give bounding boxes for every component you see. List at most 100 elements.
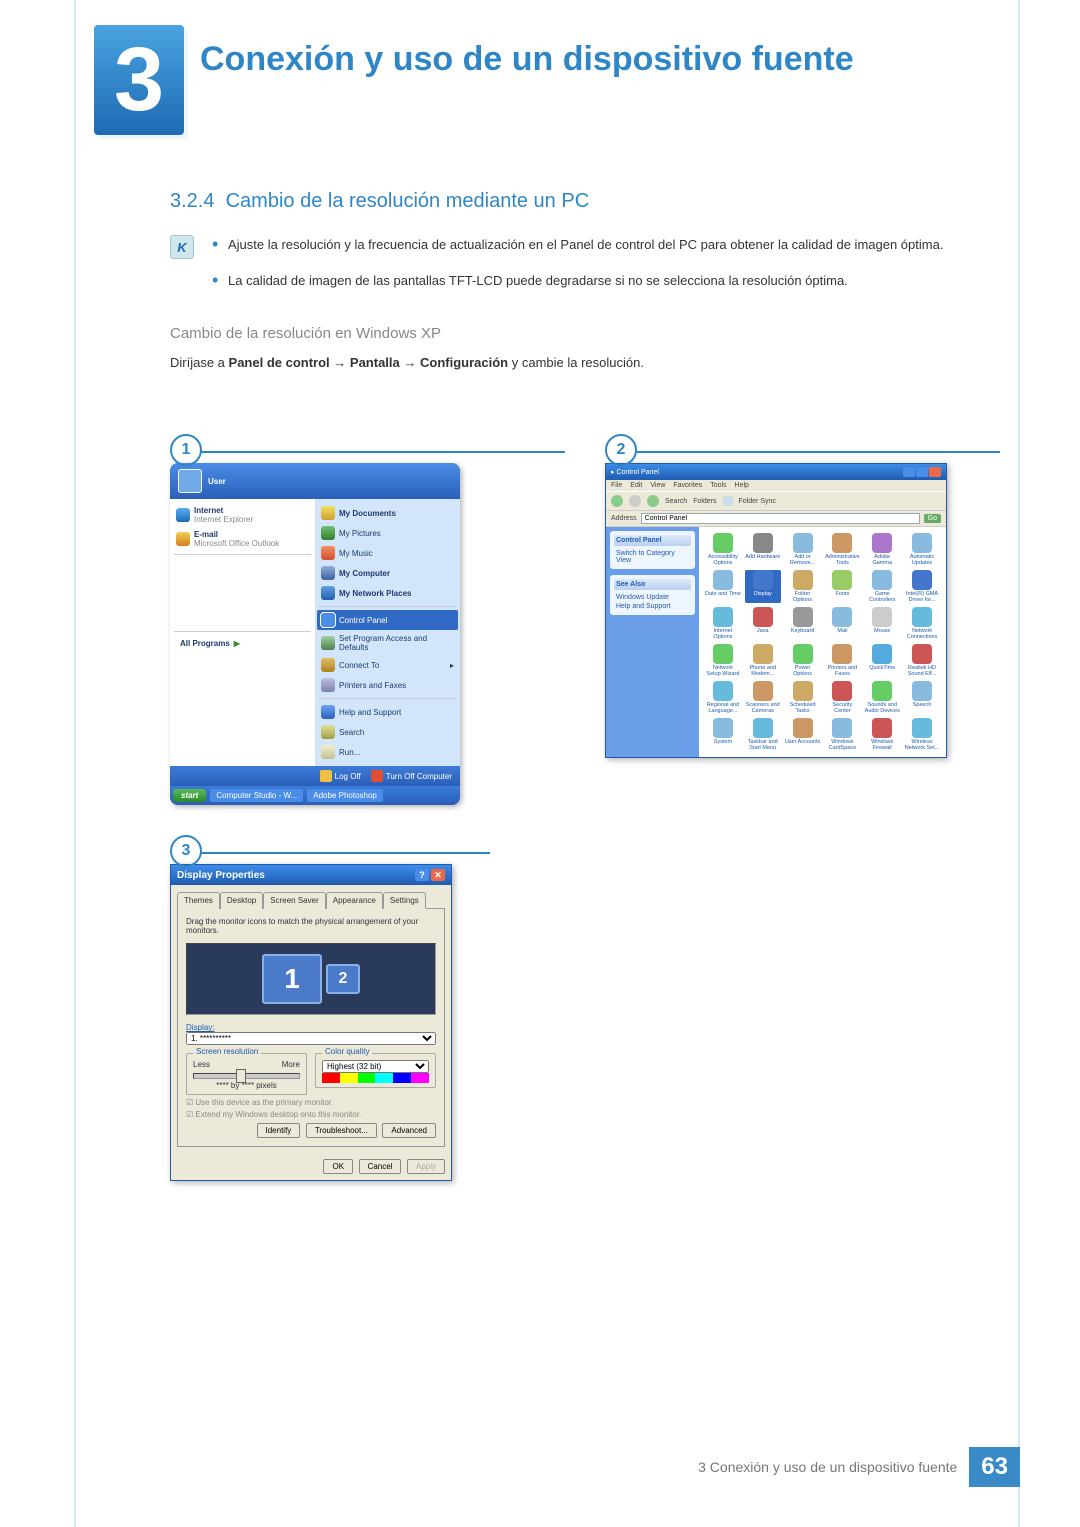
start-item-help[interactable]: Help and Support bbox=[319, 702, 456, 722]
switch-view-link[interactable]: Switch to Category View bbox=[614, 549, 691, 565]
tab-settings[interactable]: Settings bbox=[383, 892, 426, 909]
menu-favorites[interactable]: Favorites bbox=[673, 482, 702, 489]
figure-number-1: 1 bbox=[170, 434, 202, 466]
start-item-mycomp[interactable]: My Computer bbox=[319, 563, 456, 583]
cp-icon-administrative-tools[interactable]: Administrative Tools bbox=[824, 533, 860, 566]
back-icon[interactable] bbox=[611, 495, 623, 507]
cp-icon-realtek-hd-sound-eff-[interactable]: Realtek HD Sound Eff... bbox=[904, 644, 940, 677]
cp-icon-quicktime[interactable]: QuickTime bbox=[864, 644, 900, 677]
monitor-1-icon[interactable]: 1 bbox=[262, 954, 322, 1004]
windows-update-link[interactable]: Windows Update bbox=[614, 593, 691, 602]
cancel-button[interactable]: Cancel bbox=[359, 1159, 402, 1174]
maximize-button[interactable] bbox=[916, 467, 928, 477]
cp-icon-network-setup-wizard[interactable]: Network Setup Wizard bbox=[705, 644, 741, 677]
start-all-programs[interactable]: All Programs ▶ bbox=[174, 635, 311, 652]
cp-icon-speech[interactable]: Speech bbox=[904, 681, 940, 714]
menu-edit[interactable]: Edit bbox=[630, 482, 642, 489]
start-item-connect[interactable]: Connect To▸ bbox=[319, 655, 456, 675]
monitor-2-icon[interactable]: 2 bbox=[326, 964, 360, 994]
cp-icon-automatic-updates[interactable]: Automatic Updates bbox=[904, 533, 940, 566]
cp-icon-game-controllers[interactable]: Game Controllers bbox=[864, 570, 900, 603]
cp-icon-folder-options[interactable]: Folder Options bbox=[785, 570, 821, 603]
start-item-printers[interactable]: Printers and Faxes bbox=[319, 675, 456, 695]
cp-icon-add-hardware[interactable]: Add Hardware bbox=[745, 533, 781, 566]
foldersync-button[interactable]: Folder Sync bbox=[739, 498, 776, 505]
cp-icon-keyboard[interactable]: Keyboard bbox=[785, 607, 821, 640]
display-select[interactable]: 1. ********** bbox=[186, 1032, 436, 1045]
logoff-button[interactable]: Log Off bbox=[320, 770, 361, 782]
taskbar-task[interactable]: Computer Studio - W... bbox=[210, 789, 303, 802]
color-quality-select[interactable]: Highest (32 bit) bbox=[322, 1060, 429, 1073]
cp-icon-date-and-time[interactable]: Date and Time bbox=[705, 570, 741, 603]
start-item-run[interactable]: Run... bbox=[319, 742, 456, 762]
cp-icon-display[interactable]: Display bbox=[745, 570, 781, 603]
apply-button[interactable]: Apply bbox=[407, 1159, 445, 1174]
start-button[interactable]: start bbox=[173, 789, 206, 802]
cp-icon-security-center[interactable]: Security Center bbox=[824, 681, 860, 714]
go-button[interactable]: Go bbox=[924, 514, 941, 523]
cp-glyph-icon bbox=[872, 533, 892, 553]
monitor-arrangement[interactable]: 1 2 bbox=[186, 943, 436, 1015]
cp-icon-scheduled-tasks[interactable]: Scheduled Tasks bbox=[785, 681, 821, 714]
cp-icon-wireless-network-set-[interactable]: Wireless Network Set... bbox=[904, 718, 940, 751]
resolution-slider[interactable] bbox=[193, 1073, 300, 1079]
forward-icon[interactable] bbox=[629, 495, 641, 507]
cp-icon-windows-cardspace[interactable]: Windows CardSpace bbox=[824, 718, 860, 751]
identify-button[interactable]: Identify bbox=[257, 1123, 301, 1138]
menu-help[interactable]: Help bbox=[735, 482, 749, 489]
cp-icon-fonts[interactable]: Fonts bbox=[824, 570, 860, 603]
advanced-button[interactable]: Advanced bbox=[382, 1123, 436, 1138]
cp-icon-taskbar-and-start-menu[interactable]: Taskbar and Start Menu bbox=[745, 718, 781, 751]
help-support-link[interactable]: Help and Support bbox=[614, 602, 691, 611]
cp-icon-network-connections[interactable]: Network Connections bbox=[904, 607, 940, 640]
minimize-button[interactable] bbox=[903, 467, 915, 477]
cp-icon-java[interactable]: Java bbox=[745, 607, 781, 640]
start-item-mypics[interactable]: My Pictures bbox=[319, 523, 456, 543]
cp-icon-accessibility-options[interactable]: Accessibility Options bbox=[705, 533, 741, 566]
cp-icon-mail[interactable]: Mail bbox=[824, 607, 860, 640]
address-input[interactable] bbox=[641, 513, 920, 524]
cp-icon-power-options[interactable]: Power Options bbox=[785, 644, 821, 677]
tab-desktop[interactable]: Desktop bbox=[220, 892, 263, 909]
menu-view[interactable]: View bbox=[650, 482, 665, 489]
cp-icon-intel-r-gma-driver-for-[interactable]: Intel(R) GMA Driver for... bbox=[904, 570, 940, 603]
cp-icon-internet-options[interactable]: Internet Options bbox=[705, 607, 741, 640]
primary-monitor-checkbox[interactable]: ☑ Use this device as the primary monitor… bbox=[186, 1098, 436, 1107]
cp-icon-add-or-remove-[interactable]: Add or Remove... bbox=[785, 533, 821, 566]
tab-themes[interactable]: Themes bbox=[177, 892, 220, 909]
close-button[interactable] bbox=[929, 467, 941, 477]
tab-appearance[interactable]: Appearance bbox=[326, 892, 383, 909]
start-item-mynet[interactable]: My Network Places bbox=[319, 583, 456, 603]
start-item-email[interactable]: E-mail Microsoft Office Outlook bbox=[174, 527, 311, 551]
cp-icon-printers-and-faxes[interactable]: Printers and Faxes bbox=[824, 644, 860, 677]
cp-icon-mouse[interactable]: Mouse bbox=[864, 607, 900, 640]
cp-icon-adobe-gamma[interactable]: Adobe Gamma bbox=[864, 533, 900, 566]
cp-icon-user-accounts[interactable]: User Accounts bbox=[785, 718, 821, 751]
cp-icon-phone-and-modem-[interactable]: Phone and Modem... bbox=[745, 644, 781, 677]
cp-icon-sounds-and-audio-devices[interactable]: Sounds and Audio Devices bbox=[864, 681, 900, 714]
start-item-search[interactable]: Search bbox=[319, 722, 456, 742]
start-item-mydocs[interactable]: My Documents bbox=[319, 503, 456, 523]
ok-button[interactable]: OK bbox=[323, 1159, 353, 1174]
search-button[interactable]: Search bbox=[665, 498, 687, 505]
cp-icon-windows-firewall[interactable]: Windows Firewall bbox=[864, 718, 900, 751]
cp-icon-system[interactable]: System bbox=[705, 718, 741, 751]
cp-icon-regional-and-language-[interactable]: Regional and Language... bbox=[705, 681, 741, 714]
help-button[interactable]: ? bbox=[415, 869, 429, 881]
tab-screen-saver[interactable]: Screen Saver bbox=[263, 892, 325, 909]
close-button[interactable]: ✕ bbox=[431, 869, 445, 881]
cp-icon-scanners-and-cameras[interactable]: Scanners and Cameras bbox=[745, 681, 781, 714]
extend-desktop-checkbox[interactable]: ☑ Extend my Windows desktop onto this mo… bbox=[186, 1110, 436, 1119]
taskbar-task[interactable]: Adobe Photoshop bbox=[307, 789, 383, 802]
troubleshoot-button[interactable]: Troubleshoot... bbox=[306, 1123, 377, 1138]
menu-tools[interactable]: Tools bbox=[710, 482, 726, 489]
start-item-mymusic[interactable]: My Music bbox=[319, 543, 456, 563]
start-item-internet[interactable]: Internet Internet Explorer bbox=[174, 503, 311, 527]
views-icon[interactable] bbox=[723, 496, 733, 506]
folders-button[interactable]: Folders bbox=[693, 498, 716, 505]
turnoff-button[interactable]: Turn Off Computer bbox=[371, 770, 452, 782]
start-item-control-panel[interactable]: Control Panel bbox=[317, 610, 458, 630]
up-icon[interactable] bbox=[647, 495, 659, 507]
menu-file[interactable]: File bbox=[611, 482, 622, 489]
start-item-setprog[interactable]: Set Program Access and Defaults bbox=[319, 631, 456, 655]
